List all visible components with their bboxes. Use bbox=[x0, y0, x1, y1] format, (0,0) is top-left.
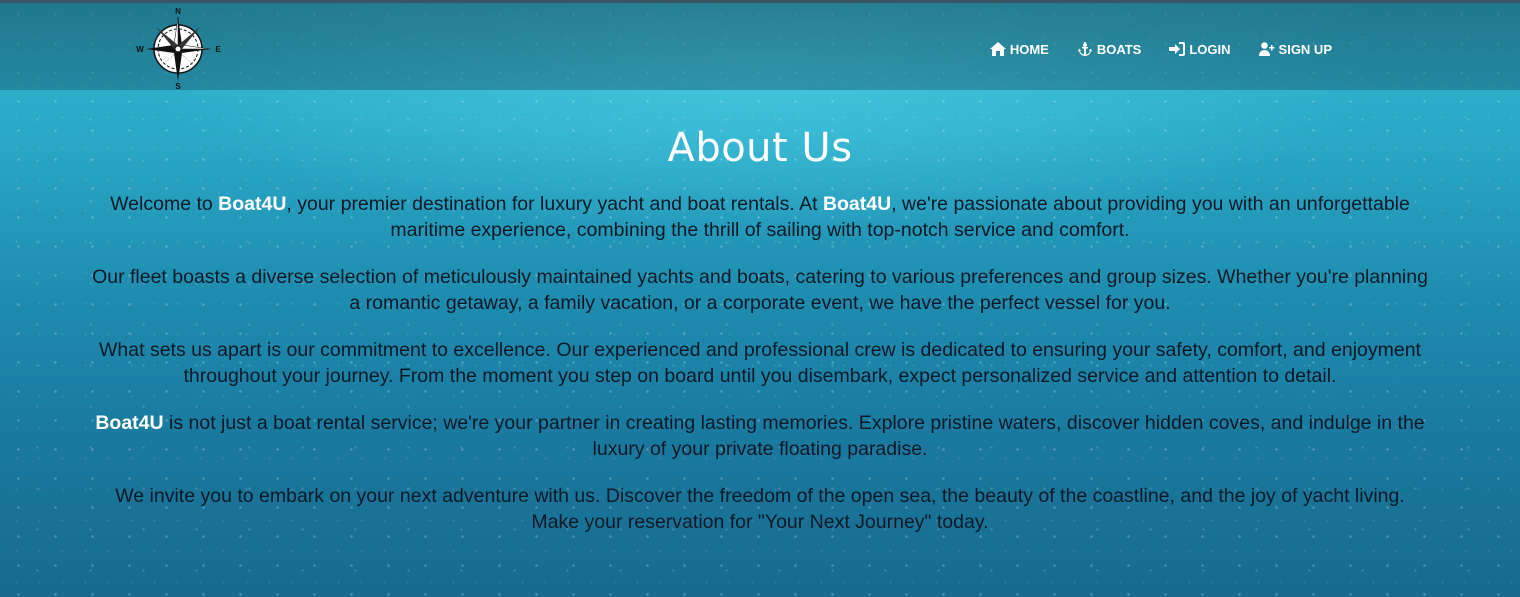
nav-home-label: HOME bbox=[1009, 41, 1049, 57]
compass-logo[interactable]: N E S W bbox=[134, 5, 222, 91]
nav-login-label: LOGIN bbox=[1189, 41, 1231, 57]
nav-home-link[interactable]: HOME bbox=[989, 41, 1049, 57]
login-icon bbox=[1169, 42, 1186, 56]
anchor-icon bbox=[1077, 42, 1092, 56]
compass-letter-n: N bbox=[175, 7, 181, 16]
user-plus-icon bbox=[1258, 42, 1275, 56]
compass-letter-e: E bbox=[215, 45, 221, 54]
nav-boats-link[interactable]: BOATS bbox=[1077, 41, 1142, 57]
about-paragraph-4: Boat4U is not just a boat rental service… bbox=[90, 411, 1430, 462]
about-section: About Us Welcome to Boat4U, your premier… bbox=[0, 118, 1520, 535]
p1-text-b: , your premier destination for luxury ya… bbox=[286, 193, 823, 215]
nav-boats-label: BOATS bbox=[1096, 41, 1142, 57]
compass-rose-icon: N E S W bbox=[136, 7, 221, 91]
compass-letter-w: W bbox=[136, 45, 144, 54]
p4-text-rest: is not just a boat rental service; we're… bbox=[163, 412, 1425, 460]
brand-name: Boat4U bbox=[95, 412, 164, 434]
nav-signup-label: SIGN UP bbox=[1278, 41, 1332, 57]
home-icon bbox=[989, 42, 1006, 56]
nav-signup-link[interactable]: SIGN UP bbox=[1258, 41, 1332, 57]
p1-text-a: Welcome to bbox=[110, 193, 219, 215]
compass-letter-s: S bbox=[175, 82, 181, 91]
about-paragraph-5: We invite you to embark on your next adv… bbox=[115, 485, 1405, 533]
navbar: N E S W HOME BOATS LOGIN SIGN UP bbox=[0, 0, 1520, 91]
nav-login-link[interactable]: LOGIN bbox=[1169, 41, 1231, 57]
brand-name: Boat4U bbox=[822, 193, 892, 215]
nav-links: HOME BOATS LOGIN SIGN UP bbox=[989, 39, 1332, 59]
page-title: About Us bbox=[667, 125, 853, 171]
about-paragraph-1: Welcome to Boat4U, your premier destinat… bbox=[95, 192, 1425, 243]
brand-name: Boat4U bbox=[218, 193, 287, 215]
about-paragraph-2: Our fleet boasts a diverse selection of … bbox=[92, 266, 1428, 314]
about-paragraph-3: What sets us apart is our commitment to … bbox=[99, 339, 1421, 387]
